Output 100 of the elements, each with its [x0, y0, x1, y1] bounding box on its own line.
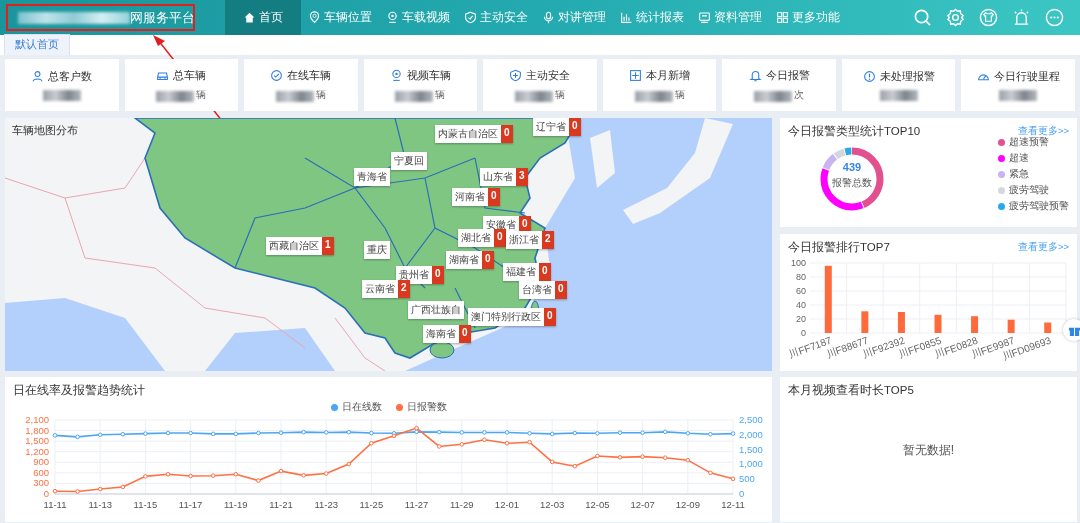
legend-label: 疲劳驾驶: [1009, 183, 1049, 197]
data-point: [256, 430, 261, 436]
data-point: [346, 461, 352, 467]
axis-label: 300: [33, 477, 49, 489]
blurred-value: [515, 90, 553, 102]
more-icon[interactable]: [1045, 8, 1064, 27]
microphone-icon: [542, 11, 555, 24]
data-point: [75, 489, 80, 494]
axis-label: 40: [796, 300, 806, 310]
alarm-light-icon[interactable]: [1012, 8, 1031, 27]
data-point: [75, 434, 80, 440]
empty-message: 暂无数据!: [902, 441, 955, 459]
stat-unit: 辆: [435, 88, 446, 102]
region-label[interactable]: 台湾省: [519, 281, 555, 299]
data-point: [708, 470, 713, 476]
blurred-value: [395, 90, 434, 102]
axis-label: 12-07: [630, 499, 655, 510]
data-point: [527, 439, 532, 445]
page-tab[interactable]: 默认首页: [4, 34, 70, 55]
legend-label: 超速: [1009, 151, 1029, 165]
data-point: [436, 444, 442, 449]
stat-label: 主动安全: [526, 68, 571, 83]
axis-label: 20: [796, 314, 806, 324]
data-point: [120, 484, 126, 490]
shirt-icon[interactable]: [979, 8, 998, 27]
region-label[interactable]: 重庆: [364, 241, 390, 259]
axis-label: 11-17: [178, 499, 203, 510]
region-label[interactable]: 山东省: [480, 168, 516, 186]
panel-title: 今日报警类型统计TOP10: [788, 124, 921, 139]
data-point: [730, 476, 736, 482]
region-label[interactable]: 湖北省: [458, 229, 494, 247]
axis-label: 1,500: [739, 443, 763, 455]
data-point: [369, 440, 374, 446]
data-point: [97, 432, 103, 438]
legend-label: 日在线数: [341, 401, 382, 414]
blurred-value: [156, 90, 195, 102]
bar: [1044, 322, 1052, 333]
data-point: [640, 454, 645, 459]
region-label[interactable]: 湖南省: [446, 251, 482, 269]
axis-label: 12-11: [721, 499, 745, 510]
count-badge: 0: [459, 325, 471, 343]
data-point: [572, 463, 578, 469]
count-badge: 0: [555, 281, 567, 299]
panel-title: 日在线率及报警趋势统计: [13, 383, 145, 398]
count-badge: 0: [482, 251, 494, 269]
axis-label: 11-25: [359, 499, 384, 510]
data-point: [210, 473, 216, 478]
data-point: [482, 437, 487, 443]
region-label[interactable]: 澳门特别行政区: [468, 308, 544, 326]
region-label[interactable]: 西藏自治区: [266, 237, 322, 255]
count-badge: 3: [516, 168, 528, 186]
axis-label: 0: [739, 488, 745, 499]
settings-icon[interactable]: [946, 8, 965, 27]
legend-label: 日报警数: [406, 401, 447, 414]
region-label[interactable]: 云南省: [362, 280, 398, 298]
legend-label: 紧急: [1009, 167, 1029, 181]
legend-label: 超速预警: [1009, 135, 1049, 149]
data-point: [527, 431, 532, 436]
data-point: [52, 433, 58, 438]
stat-unit: 辆: [674, 88, 685, 102]
region-label[interactable]: 广西壮族自: [408, 301, 464, 319]
region-label[interactable]: 内蒙古自治区: [435, 125, 501, 143]
grid-icon: [776, 11, 789, 24]
nav-item[interactable]: 首页: [225, 0, 301, 35]
search-icon[interactable]: [913, 8, 932, 27]
region-label[interactable]: 福建省: [503, 263, 539, 281]
axis-label: 2,000: [739, 428, 763, 440]
bar: [971, 316, 979, 333]
region-label[interactable]: 宁夏回: [391, 152, 427, 170]
region-label[interactable]: 海南省: [423, 325, 459, 343]
count-badge: 0: [501, 125, 513, 143]
region-label[interactable]: 贵州省: [396, 266, 432, 284]
count-badge: 0: [569, 118, 581, 136]
axis-label: 500: [739, 473, 755, 485]
region-label[interactable]: 河南省: [452, 188, 488, 206]
axis-label: 12-09: [675, 499, 700, 510]
gift-button[interactable]: [1063, 319, 1080, 341]
axis-label: 11-23: [314, 499, 338, 510]
data-point: [730, 431, 736, 436]
stat-label: 今日报警: [765, 68, 810, 83]
count-badge: 1: [322, 237, 334, 255]
axis-label: 2,100: [25, 414, 49, 425]
region-label[interactable]: 浙江省: [506, 231, 542, 249]
count-badge: 0: [432, 266, 444, 284]
stat-unit: 辆: [196, 88, 207, 102]
shield-icon: [509, 69, 523, 82]
data-point: [685, 431, 691, 436]
region-label[interactable]: 青海省: [354, 168, 390, 186]
blurred-value: [879, 89, 918, 101]
bar: [824, 265, 832, 333]
user-icon: [31, 70, 45, 83]
axis-label: 11-29: [450, 499, 474, 510]
data-point: [369, 430, 374, 436]
region-label[interactable]: 辽宁省: [533, 118, 569, 136]
axis-label: 1,200: [25, 445, 49, 457]
stat-label: 在线车辆: [287, 68, 332, 83]
data-point: [97, 486, 103, 492]
blurred-value: [275, 90, 314, 102]
panel-title: 今日报警排行TOP7: [788, 240, 890, 255]
data-point: [188, 473, 193, 479]
